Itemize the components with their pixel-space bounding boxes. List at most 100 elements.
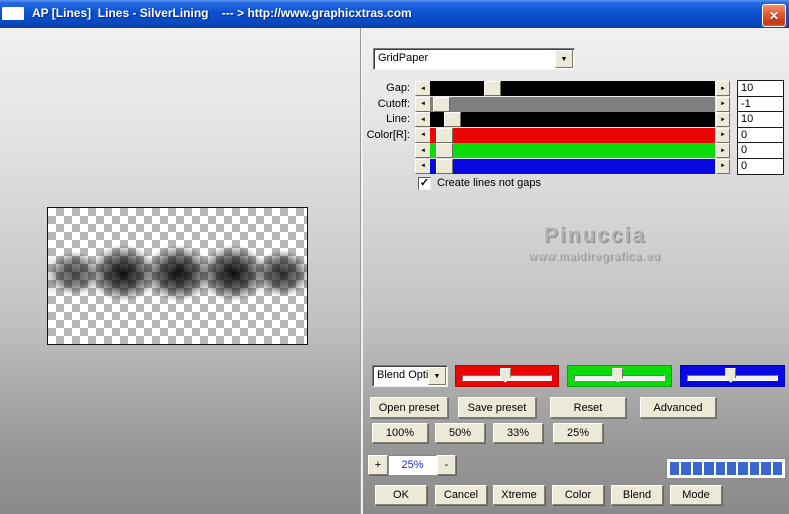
progress-segment — [704, 462, 714, 475]
progress-segment — [727, 462, 737, 475]
slider-left-arrow-button[interactable]: ◄ — [415, 81, 431, 96]
slider-row-color-green: ◄ ► 0 — [362, 142, 789, 159]
preset-dropdown-arrow-button[interactable]: ▼ — [555, 50, 573, 68]
slider-label: Line: — [386, 113, 410, 125]
slider-right-arrow-button[interactable]: ► — [716, 158, 730, 174]
slider-right-arrow-button[interactable]: ► — [716, 112, 730, 127]
slider-track[interactable] — [430, 127, 715, 143]
cancel-button[interactable]: Cancel — [435, 485, 487, 505]
arrow-left-icon: ◄ — [420, 132, 426, 138]
arrow-right-icon: ► — [720, 85, 726, 92]
create-lines-label: Create lines not gaps — [437, 177, 541, 189]
mode-button[interactable]: Mode — [670, 485, 722, 505]
arrow-left-icon: ◄ — [420, 147, 426, 154]
blue-channel-trackbar[interactable] — [680, 365, 785, 387]
progress-segment — [738, 462, 748, 475]
scale-33-button[interactable]: 33% — [493, 423, 543, 443]
window-title: AP [Lines] Lines - SilverLining --- > ht… — [32, 6, 412, 20]
slider-track[interactable] — [430, 143, 715, 158]
zoom-in-button[interactable]: + — [368, 455, 388, 475]
progress-segment — [670, 462, 680, 475]
green-channel-trackbar[interactable] — [567, 365, 672, 387]
slider-track[interactable] — [430, 112, 715, 127]
zoom-out-button[interactable]: - — [437, 455, 456, 475]
slider-right-arrow-button[interactable]: ► — [716, 96, 730, 112]
arrow-left-icon: ◄ — [420, 101, 426, 107]
arrow-right-icon: ► — [720, 101, 726, 107]
plugin-dialog-window: AP [Lines] Lines - SilverLining --- > ht… — [0, 0, 789, 514]
slider-value-box[interactable]: 10 — [737, 80, 784, 97]
save-preset-button[interactable]: Save preset — [458, 397, 536, 418]
slider-label: Gap: — [386, 82, 410, 94]
preset-dropdown[interactable]: GridPaper ▼ — [373, 48, 575, 70]
progress-segment — [749, 462, 760, 475]
slider-thumb[interactable] — [484, 81, 502, 96]
progress-segment — [761, 462, 771, 475]
slider-left-arrow-button[interactable]: ◄ — [415, 158, 431, 174]
slider-right-arrow-button[interactable]: ► — [716, 81, 730, 96]
slider-thumb[interactable] — [444, 112, 462, 127]
create-lines-checkbox[interactable]: ✓ — [418, 176, 431, 190]
watermark: Pinuccia www.maidiregrafica.eu — [470, 224, 720, 263]
xtreme-button[interactable]: Xtreme — [493, 485, 545, 505]
slider-left-arrow-button[interactable]: ◄ — [415, 127, 431, 143]
reset-button[interactable]: Reset — [550, 397, 626, 418]
chevron-down-icon: ▼ — [433, 372, 441, 380]
open-preset-button[interactable]: Open preset — [370, 397, 448, 418]
slider-value-box[interactable]: -1 — [737, 95, 784, 113]
slider-thumb[interactable] — [435, 158, 453, 174]
arrow-right-icon: ► — [720, 116, 726, 123]
slider-row-cutoff: Cutoff: ◄ ► -1 — [362, 95, 789, 113]
slider-track[interactable] — [430, 158, 715, 174]
slider-right-arrow-button[interactable]: ► — [716, 143, 730, 158]
slider-track[interactable] — [430, 81, 715, 96]
preview-canvas[interactable] — [47, 207, 308, 345]
blend-dropdown-arrow-button[interactable]: ▼ — [428, 367, 446, 385]
slider-thumb[interactable] — [435, 127, 453, 143]
slider-thumb[interactable] — [432, 96, 450, 112]
title-bar[interactable]: AP [Lines] Lines - SilverLining --- > ht… — [0, 0, 789, 28]
slider-left-arrow-button[interactable]: ◄ — [415, 96, 431, 112]
slider-label: Color[R]: — [366, 128, 410, 141]
color-button[interactable]: Color — [552, 485, 604, 505]
progress-segment — [715, 462, 726, 475]
blend-options-value: Blend Opti — [377, 369, 429, 381]
slider-value-box[interactable]: 0 — [737, 157, 784, 175]
close-icon: ✕ — [768, 8, 780, 23]
blend-options-dropdown[interactable]: Blend Opti ▼ — [372, 365, 448, 387]
slider-thumb[interactable] — [435, 143, 453, 158]
slider-row-color-red: Color[R]: ◄ ► 0 — [362, 126, 789, 144]
red-channel-trackbar[interactable] — [455, 365, 559, 387]
arrow-right-icon: ► — [720, 132, 726, 138]
zoom-level-field[interactable]: 25% — [388, 455, 437, 475]
create-lines-checkbox-row[interactable]: ✓ Create lines not gaps — [418, 176, 541, 190]
watermark-site: www.maidiregrafica.eu — [529, 251, 661, 263]
scale-25-button[interactable]: 25% — [553, 423, 603, 443]
progress-segment — [692, 462, 703, 475]
arrow-left-icon: ◄ — [420, 163, 426, 169]
close-button[interactable]: ✕ — [762, 4, 786, 27]
scale-50-button[interactable]: 50% — [435, 423, 485, 443]
watermark-name: Pinuccia — [543, 224, 647, 247]
slider-value-box[interactable]: 10 — [737, 111, 784, 128]
slider-left-arrow-button[interactable]: ◄ — [415, 143, 431, 158]
arrow-left-icon: ◄ — [420, 85, 426, 92]
slider-left-arrow-button[interactable]: ◄ — [415, 112, 431, 127]
chevron-down-icon: ▼ — [560, 55, 568, 63]
advanced-button[interactable]: Advanced — [640, 397, 716, 418]
blend-button[interactable]: Blend — [611, 485, 663, 505]
progress-bar — [667, 459, 785, 478]
slider-row-line: Line: ◄ ► 10 — [362, 111, 789, 128]
scale-100-button[interactable]: 100% — [372, 423, 428, 443]
check-icon: ✓ — [419, 176, 430, 189]
progress-segment — [681, 462, 691, 475]
slider-value-box[interactable]: 0 — [737, 142, 784, 159]
progress-segment — [772, 462, 783, 475]
slider-track[interactable] — [430, 96, 715, 112]
ok-button[interactable]: OK — [375, 485, 427, 505]
slider-label: Cutoff: — [377, 97, 410, 110]
arrow-right-icon: ► — [720, 147, 726, 154]
slider-right-arrow-button[interactable]: ► — [716, 127, 730, 143]
slider-value-box[interactable]: 0 — [737, 126, 784, 144]
slider-row-gap: Gap: ◄ ► 10 — [362, 80, 789, 97]
